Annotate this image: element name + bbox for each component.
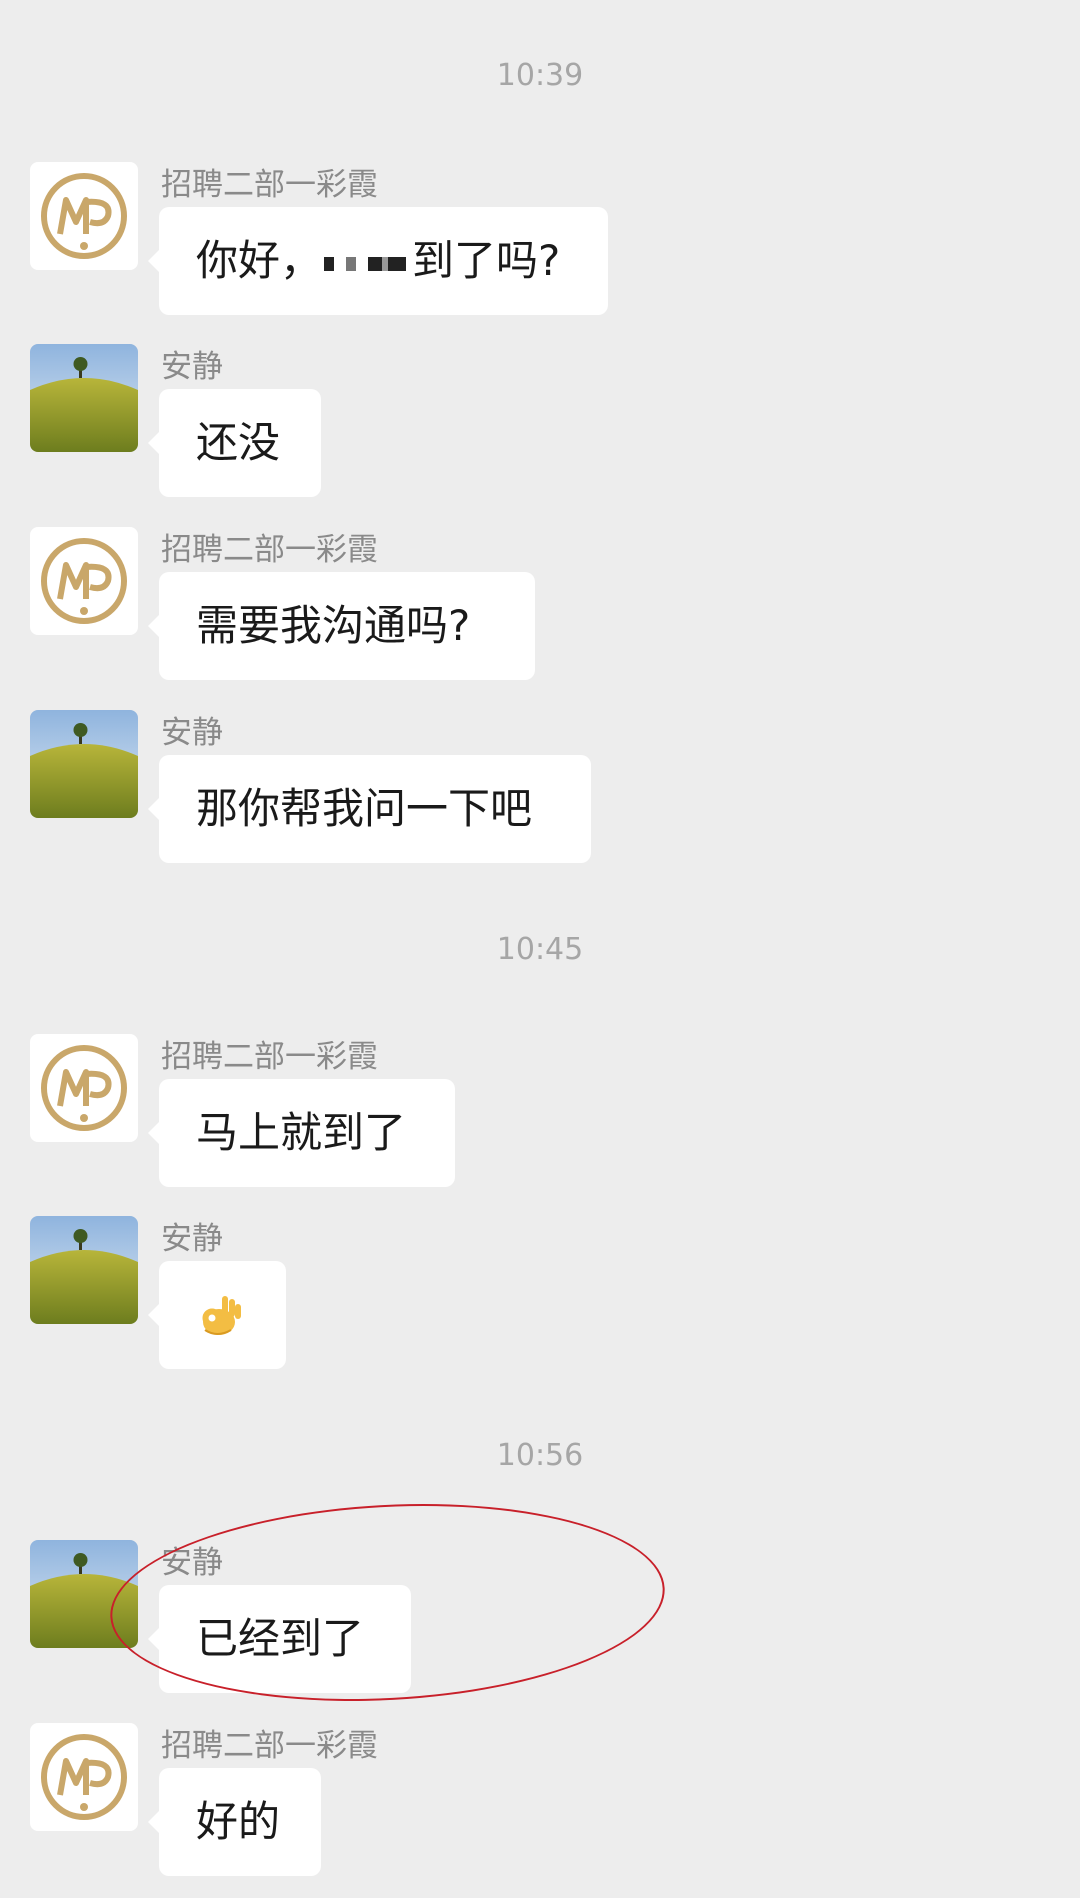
user-avatar[interactable] [30, 1540, 138, 1648]
sender-name: 招聘二部一彩霞 [161, 167, 378, 203]
landscape-tree-avatar-icon [30, 1540, 138, 1648]
message-bubble[interactable]: 已经到了 [148, 1585, 411, 1693]
message-bubble[interactable]: 好的 [148, 1768, 321, 1876]
message-bubble[interactable]: 马上就到了 [148, 1079, 455, 1187]
ok-hand-emoji-icon [202, 1295, 241, 1335]
landscape-tree-avatar-icon [30, 344, 138, 452]
recruiter-avatar[interactable] [30, 162, 138, 270]
message-text: 需要我沟通吗? [196, 601, 471, 650]
sender-name: 安静 [161, 1545, 223, 1581]
sender-name: 招聘二部一彩霞 [161, 1728, 378, 1764]
sender-name: 安静 [161, 349, 223, 385]
message-text: 那你帮我问一下吧 [196, 784, 533, 833]
message-bubble[interactable]: 需要我沟通吗? [148, 572, 535, 680]
sender-name: 安静 [161, 1221, 223, 1257]
timestamp: 10:56 [496, 1438, 584, 1473]
redacted-text [324, 256, 411, 271]
sender-name: 招聘二部一彩霞 [161, 1039, 378, 1075]
message-text: 已经到了 [196, 1614, 365, 1663]
timestamp: 10:45 [496, 932, 584, 967]
message-text: 好的 [196, 1797, 281, 1846]
message-text: 马上就到了 [196, 1108, 407, 1157]
user-avatar[interactable] [30, 344, 138, 452]
message-bubble[interactable] [148, 1261, 286, 1369]
landscape-tree-avatar-icon [30, 1216, 138, 1324]
message-text: 还没 [196, 418, 281, 467]
user-avatar[interactable] [30, 710, 138, 818]
recruiter-avatar[interactable] [30, 1723, 138, 1831]
message-text: 到了吗? [412, 236, 561, 285]
timestamp: 10:39 [496, 58, 584, 93]
recruiter-avatar[interactable] [30, 527, 138, 635]
mp-logo-icon [30, 1723, 138, 1831]
sender-name: 安静 [161, 715, 223, 751]
user-avatar[interactable] [30, 1216, 138, 1324]
message-bubble[interactable]: 你好， 到了吗? [148, 207, 608, 315]
mp-logo-icon [30, 1034, 138, 1142]
sender-name: 招聘二部一彩霞 [161, 532, 378, 568]
mp-logo-icon [30, 162, 138, 270]
message-bubble[interactable]: 还没 [148, 389, 321, 497]
message-text: 你好， [196, 236, 323, 285]
recruiter-avatar[interactable] [30, 1034, 138, 1142]
landscape-tree-avatar-icon [30, 710, 138, 818]
message-bubble[interactable]: 那你帮我问一下吧 [148, 755, 591, 863]
mp-logo-icon [30, 527, 138, 635]
